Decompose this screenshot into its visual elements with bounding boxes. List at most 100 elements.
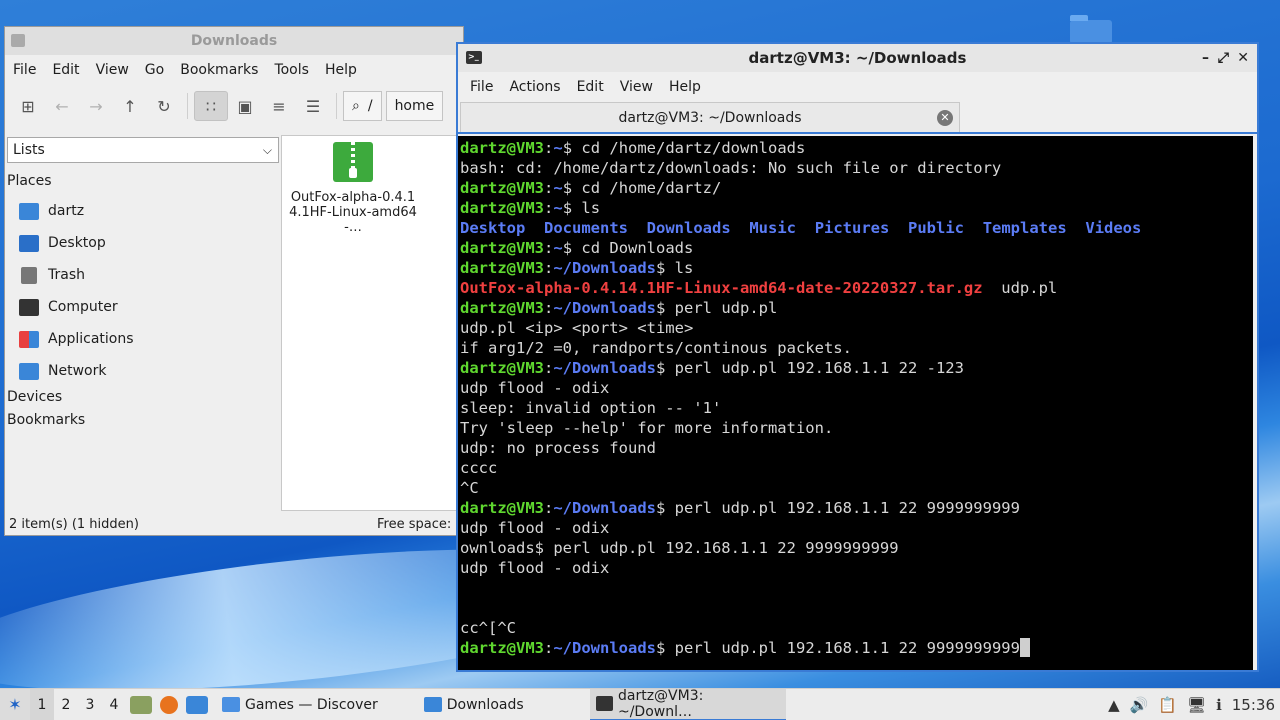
term-menu-help[interactable]: Help [661,79,709,95]
prompt-sep: : [544,299,554,317]
output-text: udp: no process found [460,439,656,457]
term-menu-actions[interactable]: Actions [501,79,568,95]
ls-gap [628,219,647,237]
terminal-line: dartz@VM3:~/Downloads$ perl udp.pl [460,298,1257,318]
prompt-sep: : [544,199,554,217]
task-label: Downloads [446,696,524,713]
terminal-line: dartz@VM3:~$ cd /home/dartz/ [460,178,1257,198]
computer-icon [19,298,39,316]
ls-gap [525,219,544,237]
place-dartz[interactable]: dartz [19,199,84,223]
task-downloads[interactable]: Downloads [418,689,534,720]
workspace-1[interactable]: 1 [30,688,54,720]
prompt-user: dartz@VM3 [460,499,544,517]
ls-gap [1067,219,1086,237]
fm-menu-help[interactable]: Help [317,62,365,78]
volume-icon[interactable]: 🔊 [1130,696,1149,714]
new-tab-icon[interactable]: ⊞ [11,91,45,121]
ls-gap [964,219,983,237]
file-name: OutFox-alpha-0.4.14.1HF-Linux-amd64-… [289,190,417,235]
term-menu-file[interactable]: File [462,79,501,95]
ls-entry: OutFox-alpha-0.4.14.1HF-Linux-amd64-date… [460,279,983,297]
prompt-path: ~ [553,199,563,217]
output-text: if arg1/2 =0, randports/continous packet… [460,339,852,357]
close-icon[interactable]: ✕ [1237,44,1249,72]
archive-icon [333,142,373,182]
path-button-home[interactable]: home [385,91,444,121]
place-desktop[interactable]: Desktop [19,231,106,255]
back-icon[interactable]: ← [45,91,79,121]
forward-icon[interactable]: → [79,91,113,121]
place-label: Trash [48,267,85,283]
prompt-path: ~/Downloads [553,359,656,377]
ls-entry: Documents [544,219,628,237]
clipboard-icon[interactable]: 📋 [1158,696,1177,714]
minimize-icon[interactable]: – [1202,44,1209,72]
term-menu-edit[interactable]: Edit [569,79,612,95]
system-tray: ▲ 🔊 📋 🖥 ℹ 15:36 [1103,689,1280,720]
terminal-tab[interactable]: dartz@VM3: ~/Downloads ✕ [460,102,960,132]
prompt-user: dartz@VM3 [460,259,544,277]
file-item[interactable]: OutFox-alpha-0.4.14.1HF-Linux-amd64-… [288,142,418,235]
fm-menu-tools[interactable]: Tools [266,62,317,78]
fm-menu-go[interactable]: Go [137,62,172,78]
tray-arrow-icon[interactable]: ▲ [1108,696,1120,714]
places-header[interactable]: Places [7,173,52,189]
detailed-view-icon[interactable]: ☰ [296,91,330,121]
terminal-line: sleep: invalid option -- '1' [460,398,1257,418]
fm-menu-bookmarks[interactable]: Bookmarks [172,62,266,78]
trash-icon [21,266,37,284]
terminal-icon [595,696,613,711]
discover-icon [222,697,240,712]
compact-view-icon[interactable]: ≡ [262,91,296,121]
term-menu-view[interactable]: View [612,79,661,95]
task-discover[interactable]: Games — Discover [216,689,388,720]
fm-menu-view[interactable]: View [88,62,137,78]
task-terminal[interactable]: dartz@VM3: ~/Downl… [589,688,786,720]
scrollbar[interactable] [1253,136,1257,670]
notifications-icon[interactable]: ℹ [1216,696,1222,714]
terminal-titlebar[interactable]: >_ dartz@VM3: ~/Downloads – ⤢ ✕ [458,44,1257,72]
toolbar-divider [187,93,188,119]
fm-menu-edit[interactable]: Edit [44,62,87,78]
workspace-3[interactable]: 3 [78,689,102,720]
start-menu-icon[interactable]: ✶ [0,688,30,720]
desktop-folder-icon[interactable] [1070,15,1112,44]
place-computer[interactable]: Computer [19,295,118,319]
prompt-symbol: $ [562,139,573,157]
devices-header[interactable]: Devices [7,389,62,405]
close-tab-icon[interactable]: ✕ [937,110,953,126]
workspace-4[interactable]: 4 [102,689,126,720]
terminal-line: bash: cd: /home/dartz/downloads: No such… [460,158,1257,178]
place-network[interactable]: Network [19,359,106,383]
bookmarks-header[interactable]: Bookmarks [7,412,85,428]
network-icon[interactable]: 🖥 [1187,696,1206,714]
prompt-symbol: $ [656,639,666,657]
prompt-sep: : [544,179,554,197]
terminal-output[interactable]: dartz@VM3:~$ cd /home/dartz/downloads bas… [458,136,1257,670]
output-text: udp flood - odix [460,379,610,397]
firefox-icon[interactable] [160,695,178,714]
command-text: perl udp.pl [665,299,778,317]
clock[interactable]: 15:36 [1232,696,1275,714]
output-text: sleep: invalid option -- '1' [460,399,722,417]
reload-icon[interactable]: ↻ [147,91,181,121]
command-text: cd /home/dartz/downloads [572,139,806,157]
place-trash[interactable]: Trash [19,263,85,287]
maximize-icon[interactable]: ⤢ [1218,44,1229,72]
fm-file-view[interactable]: OutFox-alpha-0.4.14.1HF-Linux-amd64-… [281,135,463,511]
icon-view-icon[interactable]: ∷ [194,91,228,121]
show-desktop-icon[interactable] [186,695,208,714]
file-manager-launcher-icon[interactable] [130,695,152,714]
place-applications[interactable]: Applications [19,327,134,351]
fm-titlebar[interactable]: Downloads [5,27,463,55]
path-button-root[interactable]: ⌕ / [343,91,382,121]
fm-menu-file[interactable]: File [5,62,44,78]
fm-statusbar: 2 item(s) (1 hidden) Free space: [5,513,463,535]
workspace-2[interactable]: 2 [54,689,78,720]
thumbnail-view-icon[interactable]: ▣ [228,91,262,121]
up-icon[interactable]: ↑ [113,91,147,121]
fm-side-pane: Lists ⌵ Places dartz Desktop Trash Compu… [5,135,281,507]
side-pane-mode-select[interactable]: Lists ⌵ [7,137,279,163]
output-text: bash: cd: /home/dartz/downloads: No such… [460,159,1002,177]
